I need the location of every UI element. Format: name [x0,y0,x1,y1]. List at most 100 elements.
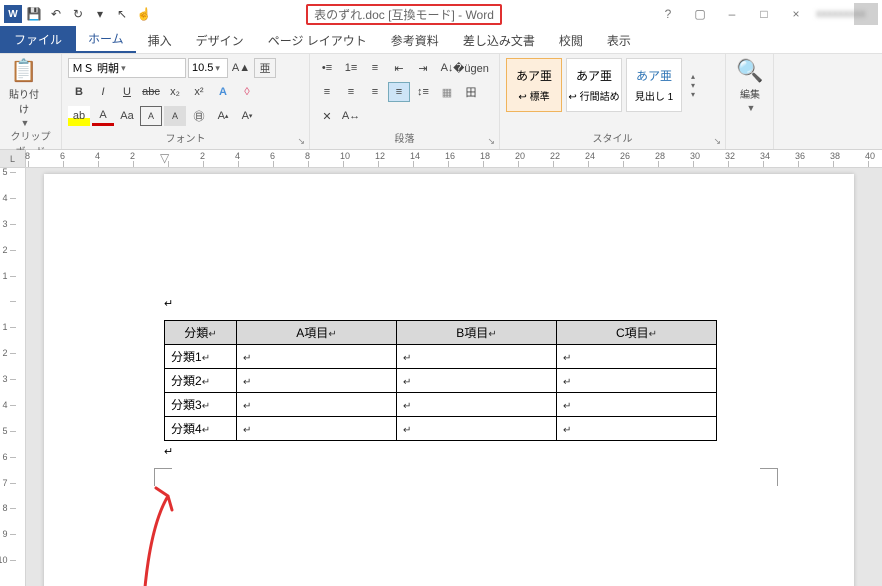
horizontal-ruler[interactable]: L ▽△ 86422468101214161820222426283032343… [0,150,882,168]
undo-icon[interactable]: ↶ [48,6,64,22]
table-row[interactable]: 分類2↵↵↵↵ [165,369,717,393]
superscript-button[interactable]: x² [188,82,210,102]
tab-design[interactable]: デザイン [184,27,256,53]
qat-customize-icon[interactable]: ▾ [92,6,108,22]
table-cell[interactable]: ↵ [237,393,397,417]
ruler-tick [10,301,16,327]
document-canvas[interactable]: ↵ 分類↵ A項目↵ B項目↵ C項目↵ 分類1↵↵↵↵分類2↵↵↵↵分類3↵↵… [26,168,882,586]
window-controls: ? ▢ – □ × xxxxxxxxx [656,3,878,25]
paste-button[interactable]: 📋 貼り付け ▼ [6,58,42,128]
ribbon: 📋 貼り付け ▼ クリップボード↘ ＭＳ 明朝▾ 10.5▾ A▲ 亜 B I … [0,54,882,150]
table-cell[interactable]: 分類4↵ [165,417,237,441]
pointer-mode-icon[interactable]: ↖ [114,6,130,22]
help-icon[interactable]: ? [656,7,680,21]
style-no-spacing[interactable]: あア亜 ↩ 行間詰め [566,58,622,112]
change-case-button[interactable]: Aa [116,106,138,126]
close-button[interactable]: × [784,7,808,21]
redo-icon[interactable]: ↻ [70,6,86,22]
font-size-combo[interactable]: 10.5▾ [188,58,228,78]
touch-mode-icon[interactable]: ☝ [136,6,152,22]
font-shrink-button[interactable]: A▾ [236,106,258,126]
char-border-button[interactable]: A [140,106,162,126]
subscript-button[interactable]: x₂ [164,82,186,102]
table-cell[interactable]: ↵ [397,417,557,441]
char-scale-button[interactable]: A↔ [340,106,362,126]
table-header[interactable]: C項目↵ [557,321,717,345]
font-grow-button[interactable]: A▴ [212,106,234,126]
table-cell[interactable]: ↵ [557,417,717,441]
tab-home[interactable]: ホーム [76,25,136,53]
align-center-button[interactable]: ≡ [340,82,362,102]
justify-button[interactable]: ≡ [388,82,410,102]
enclose-char-button[interactable]: ㊐ [188,106,210,126]
highlight-button[interactable]: ab [68,106,90,126]
table-cell[interactable]: ↵ [397,393,557,417]
table-cell[interactable]: ↵ [557,345,717,369]
align-left-button[interactable]: ≡ [316,82,338,102]
tab-review[interactable]: 校閲 [547,27,595,53]
table-row[interactable]: 分類3↵↵↵↵ [165,393,717,417]
shading-button[interactable]: ▦ [436,82,458,102]
font-name-combo[interactable]: ＭＳ 明朝▾ [68,58,186,78]
show-marks-button[interactable]: �ügen [460,58,482,78]
style-heading1[interactable]: あア亜 見出し 1 [626,58,682,112]
ruby-button[interactable]: 亜 [254,58,276,78]
tab-mailings[interactable]: 差し込み文書 [451,27,547,53]
font-color-button[interactable]: A [92,106,114,126]
distribute-button[interactable]: ✕ [316,106,338,126]
table-cell[interactable]: 分類2↵ [165,369,237,393]
ruler-corner[interactable]: L [0,150,26,168]
tab-references[interactable]: 参考資料 [379,27,451,53]
multilevel-button[interactable]: ≡ [364,58,386,78]
find-button[interactable]: 🔍 編集 ▼ [732,58,768,113]
tab-view[interactable]: 表示 [595,27,643,53]
vertical-ruler[interactable]: 5432112345678910 [0,168,26,586]
tab-file[interactable]: ファイル [0,26,76,53]
inc-indent-button[interactable]: ⇥ [412,58,434,78]
minimize-button[interactable]: – [720,7,744,21]
italic-button[interactable]: I [92,82,114,102]
table-cell[interactable]: ↵ [397,369,557,393]
align-right-button[interactable]: ≡ [364,82,386,102]
table-cell[interactable]: ↵ [397,345,557,369]
style-normal[interactable]: あア亜 ↩ 標準 [506,58,562,112]
clear-format-button[interactable]: ◊ [236,82,258,102]
table-header[interactable]: A項目↵ [237,321,397,345]
ribbon-display-icon[interactable]: ▢ [688,7,712,21]
account-name[interactable]: xxxxxxxxx [816,8,840,20]
dialog-launcher-icon[interactable]: ↘ [297,136,305,147]
document-page[interactable]: ↵ 分類↵ A項目↵ B項目↵ C項目↵ 分類1↵↵↵↵分類2↵↵↵↵分類3↵↵… [44,174,854,586]
numbering-button[interactable]: 1≡ [340,58,362,78]
table-row[interactable]: 分類4↵↵↵↵ [165,417,717,441]
table-row[interactable]: 分類1↵↵↵↵ [165,345,717,369]
table-cell[interactable]: 分類1↵ [165,345,237,369]
table-cell[interactable]: ↵ [237,369,397,393]
char-shading-button[interactable]: A [164,106,186,126]
tab-page-layout[interactable]: ページ レイアウト [256,27,379,53]
strike-button[interactable]: abc [140,82,162,102]
line-spacing-button[interactable]: ↕≡ [412,82,434,102]
text-effects-button[interactable]: A [212,82,234,102]
table-cell[interactable]: 分類3↵ [165,393,237,417]
save-icon[interactable]: 💾 [26,6,42,22]
grow-font-button[interactable]: A▲ [230,58,252,78]
table-header[interactable]: 分類↵ [165,321,237,345]
bold-button[interactable]: B [68,82,90,102]
table-cell[interactable]: ↵ [557,369,717,393]
table-header[interactable]: B項目↵ [397,321,557,345]
table-cell[interactable]: ↵ [237,345,397,369]
dialog-launcher-icon[interactable]: ↘ [713,136,721,147]
ruler-tick: 4 [10,405,16,431]
bullets-button[interactable]: •≡ [316,58,338,78]
chevron-up-icon: ▴ [686,72,700,81]
underline-button[interactable]: U [116,82,138,102]
styles-gallery-more[interactable]: ▴ ▾ ▾ [686,70,700,101]
borders-button[interactable]: 田 [460,82,482,102]
table-cell[interactable]: ↵ [557,393,717,417]
document-table[interactable]: 分類↵ A項目↵ B項目↵ C項目↵ 分類1↵↵↵↵分類2↵↵↵↵分類3↵↵↵↵… [164,320,717,441]
table-cell[interactable]: ↵ [237,417,397,441]
dialog-launcher-icon[interactable]: ↘ [487,136,495,147]
dec-indent-button[interactable]: ⇤ [388,58,410,78]
maximize-button[interactable]: □ [752,7,776,21]
tab-insert[interactable]: 挿入 [136,27,184,53]
